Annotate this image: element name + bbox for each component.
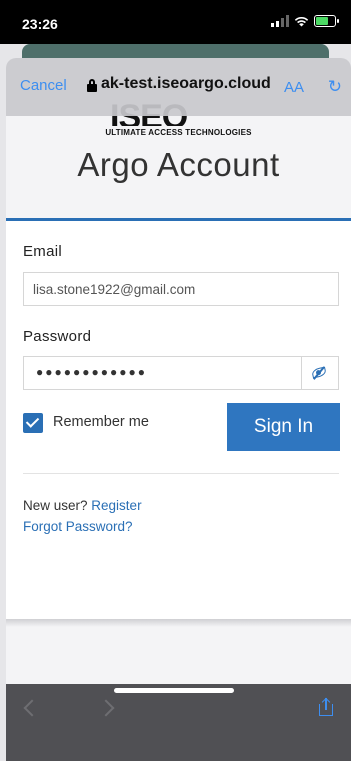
brand-tagline: ULTIMATE ACCESS TECHNOLOGIES	[105, 128, 252, 137]
toggle-password-visibility-button[interactable]	[301, 357, 338, 389]
underlying-page-edge	[22, 44, 329, 58]
page-title: Argo Account	[77, 146, 280, 183]
url-display[interactable]: ak-test.iseoargo.cloud	[101, 75, 271, 93]
text-size-label: AA	[284, 79, 305, 96]
remember-me-label[interactable]: Remember me	[53, 414, 149, 430]
phone-screen: 23:26 Cancel ak-test.iseoargo.cloud AA ↻…	[0, 0, 351, 761]
home-indicator[interactable]	[114, 688, 234, 693]
sign-in-button[interactable]: Sign In	[227, 403, 340, 451]
share-icon[interactable]	[319, 697, 333, 716]
status-time: 23:26	[22, 16, 58, 32]
cancel-button[interactable]: Cancel	[20, 77, 67, 94]
status-bar: 23:26	[0, 0, 351, 44]
lock-icon	[87, 79, 97, 92]
password-label: Password	[23, 328, 92, 345]
forgot-password-link[interactable]: Forgot Password?	[23, 519, 133, 534]
new-user-text: New user?	[23, 498, 88, 513]
wifi-icon	[294, 16, 309, 26]
reload-icon[interactable]: ↻	[328, 77, 342, 97]
password-value: ●●●●●●●●●●●●	[36, 365, 147, 379]
browser-toolbar: Cancel ak-test.iseoargo.cloud AA ↻	[6, 58, 351, 116]
remember-me-checkbox[interactable]	[23, 413, 43, 433]
login-card: Email lisa.stone1922@gmail.com Password …	[6, 221, 351, 627]
status-icons	[271, 15, 339, 27]
card-shadow	[6, 619, 351, 627]
form-divider	[23, 473, 339, 474]
email-field[interactable]: lisa.stone1922@gmail.com	[23, 272, 339, 306]
email-label: Email	[23, 243, 63, 260]
password-field[interactable]: ●●●●●●●●●●●●	[23, 356, 339, 390]
browser-bottom-toolbar	[6, 684, 351, 761]
cellular-signal-icon	[271, 15, 289, 27]
new-user-line: New user? Register	[23, 498, 142, 513]
browser-sheet: Cancel ak-test.iseoargo.cloud AA ↻ ISEO …	[6, 58, 351, 761]
page-header: ISEO ULTIMATE ACCESS TECHNOLOGIES Argo A…	[6, 104, 351, 202]
email-value: lisa.stone1922@gmail.com	[33, 282, 196, 297]
forward-arrow-icon[interactable]	[97, 699, 115, 717]
text-size-button[interactable]: AA	[284, 79, 304, 96]
back-arrow-icon[interactable]	[23, 699, 41, 717]
register-link[interactable]: Register	[91, 498, 141, 513]
battery-icon	[314, 15, 339, 27]
